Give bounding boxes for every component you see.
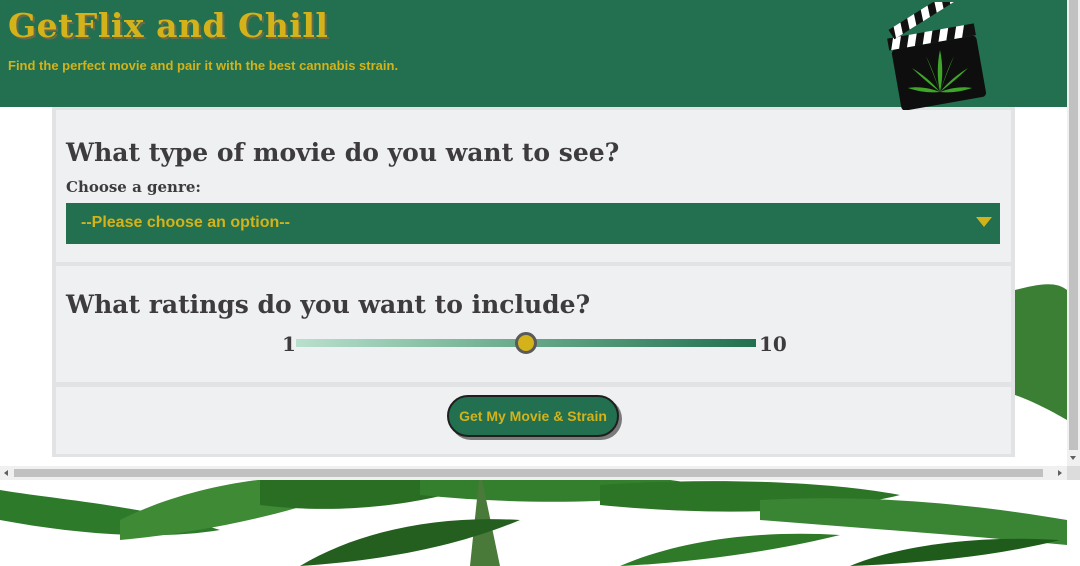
genre-question-heading: What type of movie do you want to see? (66, 138, 620, 167)
ratings-question-heading: What ratings do you want to include? (66, 290, 591, 319)
genre-section: What type of movie do you want to see? C… (56, 110, 1011, 262)
rating-min-label: 1 (282, 332, 296, 356)
scroll-left-arrow-icon[interactable] (4, 470, 8, 476)
rating-max-label: 10 (759, 332, 787, 356)
get-movie-and-strain-button[interactable]: Get My Movie & Strain (447, 395, 619, 437)
ratings-section: What ratings do you want to include? 1 1… (56, 266, 1011, 382)
horizontal-scrollbar-thumb[interactable] (14, 469, 1043, 477)
chevron-down-icon (976, 217, 992, 227)
rating-slider[interactable] (296, 332, 756, 354)
horizontal-scrollbar[interactable] (0, 466, 1067, 480)
genre-select[interactable]: --Please choose an option-- (66, 203, 1000, 244)
scrollbar-corner (1067, 466, 1080, 480)
vertical-scrollbar[interactable] (1067, 0, 1080, 466)
scroll-down-arrow-icon[interactable] (1070, 456, 1076, 460)
genre-label: Choose a genre: (66, 178, 201, 196)
rating-slider-thumb[interactable] (515, 332, 537, 354)
clapperboard-cannabis-logo (887, 2, 987, 110)
scroll-right-arrow-icon[interactable] (1058, 470, 1062, 476)
vertical-scrollbar-thumb[interactable] (1069, 0, 1078, 450)
genre-select-value: --Please choose an option-- (81, 214, 290, 231)
movie-form-panel: What type of movie do you want to see? C… (52, 107, 1015, 457)
site-tagline: Find the perfect movie and pair it with … (8, 58, 399, 73)
submit-section: Get My Movie & Strain (56, 387, 1011, 454)
site-title: GetFlix and Chill (8, 6, 329, 45)
